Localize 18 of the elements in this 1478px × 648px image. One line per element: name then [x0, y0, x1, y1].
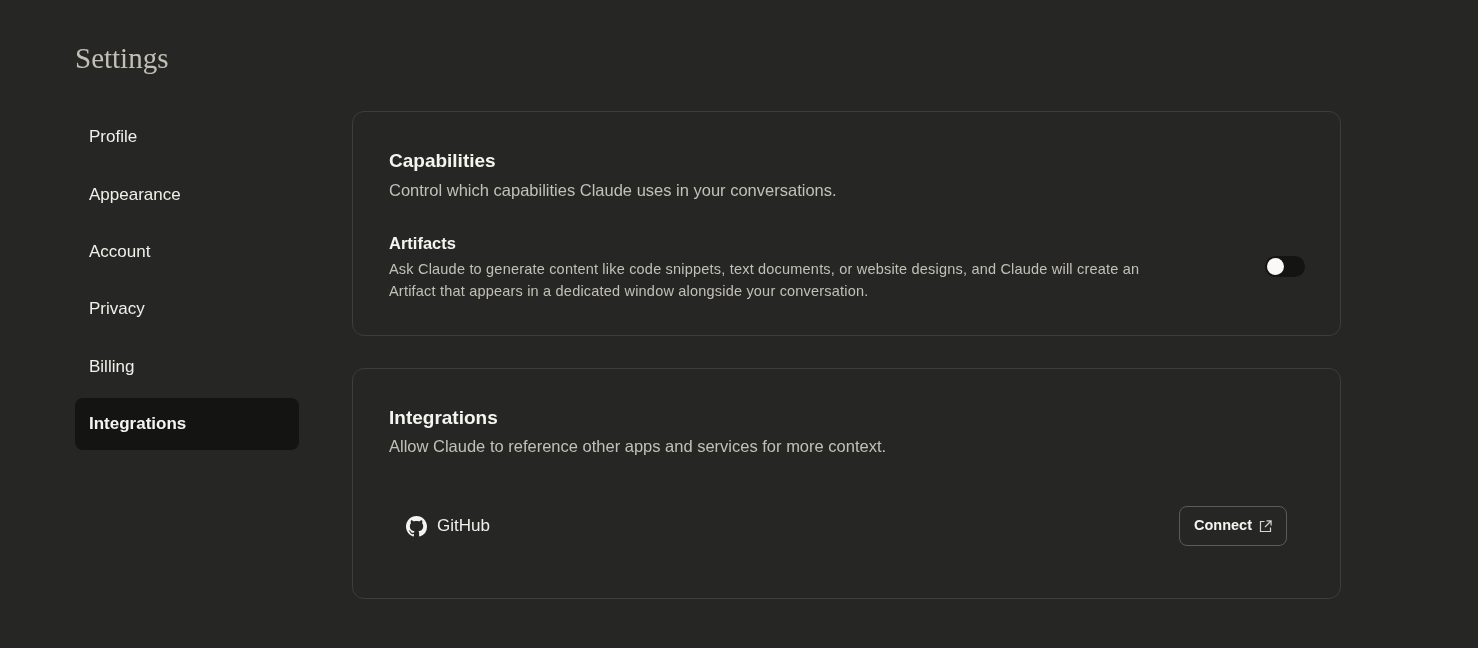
cat-logo-icon [406, 515, 427, 537]
setting-description: Ask Claude to generate content like code snippets, text documents, or website designs, and Claude will create an Artifact that appears in a dedicated window alongside your conversation. [389, 260, 1141, 301]
nav-item[interactable]: Account [75, 225, 299, 278]
nav-item[interactable]: Billing [75, 340, 299, 393]
section-subtitle: Allow Claude to reference other apps and services for more context. [389, 436, 888, 457]
integration-name: GitHub [437, 515, 490, 538]
nav-item[interactable]: Profile [75, 111, 299, 163]
external-link-icon [1259, 519, 1272, 533]
connect-button[interactable]: Connect [1179, 506, 1287, 546]
nav-item[interactable]: Appearance [75, 168, 299, 221]
setting-title: Artifacts [389, 233, 457, 254]
nav-item[interactable]: Integrations [75, 397, 299, 450]
section-subtitle: Control which capabilities Claude uses in your conversations. [389, 180, 838, 201]
section-title: Integrations [389, 406, 499, 430]
section-title: Capabilities [389, 149, 497, 173]
toggle-switch[interactable] [1265, 256, 1305, 277]
page-title: Settings [75, 41, 169, 76]
nav-item[interactable]: Privacy [75, 283, 299, 336]
